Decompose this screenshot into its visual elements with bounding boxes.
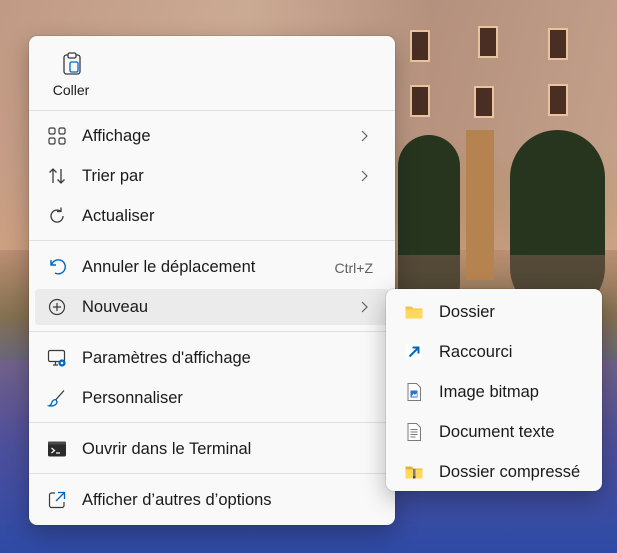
wallpaper-pillar <box>466 130 494 280</box>
submenu-item-new-zip-folder[interactable]: Dossier compressé <box>390 454 598 490</box>
paste-label: Coller <box>52 82 90 98</box>
menu-item-show-more-options[interactable]: Afficher d’autres d’options <box>35 482 389 518</box>
menu-item-label: Annuler le déplacement <box>82 258 256 276</box>
brush-icon <box>47 390 65 407</box>
chevron-right-icon <box>361 130 368 142</box>
refresh-icon <box>50 207 64 223</box>
menu-item-undo-move[interactable]: Annuler le déplacement Ctrl+Z <box>35 249 389 285</box>
zip-folder-icon <box>405 466 423 479</box>
shortcut-icon <box>406 344 422 360</box>
menu-item-label: Afficher d’autres d’options <box>82 491 272 509</box>
menu-item-label: Nouveau <box>82 298 149 316</box>
grid-view-icon <box>48 127 66 145</box>
open-external-icon <box>48 491 66 509</box>
submenu-item-label: Dossier compressé <box>439 463 581 481</box>
terminal-icon <box>48 441 66 457</box>
menu-item-label: Personnaliser <box>82 389 183 407</box>
menu-separator <box>29 240 395 241</box>
menu-item-new[interactable]: Nouveau <box>35 289 389 325</box>
submenu-item-label: Dossier <box>439 303 495 321</box>
menu-separator <box>29 422 395 423</box>
chevron-right-icon <box>361 301 368 313</box>
wallpaper-window <box>478 26 498 58</box>
submenu-item-new-folder[interactable]: Dossier <box>390 294 598 330</box>
sort-icon <box>49 168 65 184</box>
menu-item-open-terminal[interactable]: Ouvrir dans le Terminal <box>35 431 389 467</box>
wallpaper-arch <box>398 135 460 255</box>
menu-item-label: Paramètres d'affichage <box>82 349 251 367</box>
menu-item-label: Trier par <box>82 167 144 185</box>
desktop-context-menu: Coller Affichage Trier par Actualiser An… <box>29 36 395 525</box>
menu-item-view[interactable]: Affichage <box>35 118 389 154</box>
menu-separator <box>29 473 395 474</box>
wallpaper-arch <box>510 130 605 255</box>
display-settings-icon <box>47 349 66 367</box>
menu-item-sort-by[interactable]: Trier par <box>35 158 389 194</box>
wallpaper-window <box>410 85 430 117</box>
wallpaper-window <box>474 86 494 118</box>
add-circle-icon <box>48 298 66 316</box>
quick-actions-bar: Coller <box>29 36 395 110</box>
submenu-item-label: Image bitmap <box>439 383 539 401</box>
paste-button[interactable]: Coller <box>43 44 99 102</box>
wallpaper-window <box>410 30 430 62</box>
menu-item-label: Ouvrir dans le Terminal <box>82 440 252 458</box>
undo-icon <box>50 259 66 275</box>
menu-item-label: Actualiser <box>82 207 155 225</box>
new-submenu: Dossier Raccourci Image bitmap Document … <box>386 289 602 491</box>
chevron-right-icon <box>361 170 368 182</box>
submenu-item-new-text-document[interactable]: Document texte <box>390 414 598 450</box>
menu-separator <box>29 331 395 332</box>
wallpaper-window <box>548 28 568 60</box>
submenu-item-label: Document texte <box>439 423 555 441</box>
folder-icon <box>405 306 423 319</box>
menu-item-personalize[interactable]: Personnaliser <box>35 380 389 416</box>
text-document-icon <box>407 423 421 441</box>
menu-item-label: Affichage <box>82 127 151 145</box>
keyboard-shortcut: Ctrl+Z <box>334 260 374 276</box>
submenu-item-label: Raccourci <box>439 343 513 361</box>
submenu-item-new-bitmap[interactable]: Image bitmap <box>390 374 598 410</box>
menu-item-display-settings[interactable]: Paramètres d'affichage <box>35 340 389 376</box>
wallpaper-window <box>548 84 568 116</box>
menu-separator <box>29 110 395 111</box>
bitmap-image-icon <box>407 383 421 401</box>
menu-item-refresh[interactable]: Actualiser <box>35 198 389 234</box>
clipboard-paste-icon <box>63 52 81 75</box>
submenu-item-new-shortcut[interactable]: Raccourci <box>390 334 598 370</box>
